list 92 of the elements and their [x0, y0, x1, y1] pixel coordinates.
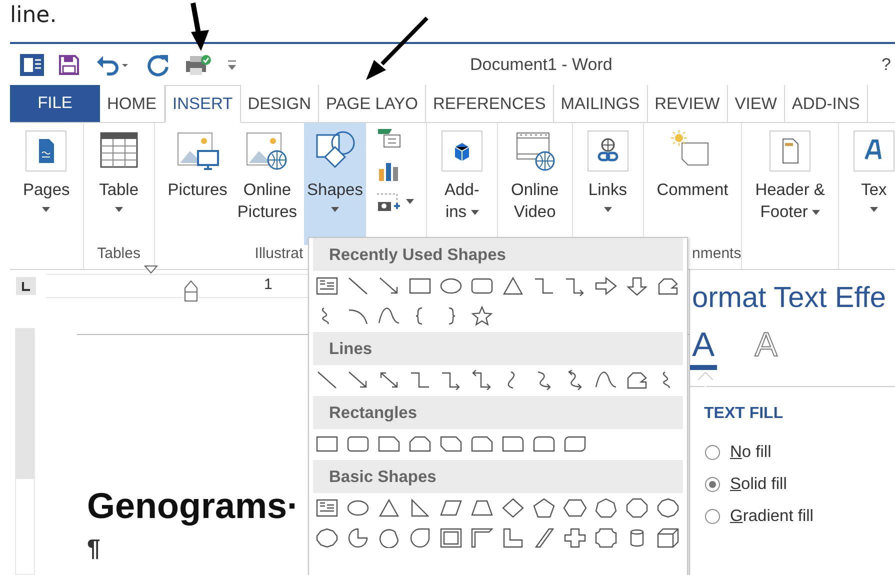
shape-icon[interactable]	[377, 434, 401, 454]
ribbon-button[interactable]: Tex	[848, 123, 895, 269]
shape-icon[interactable]	[594, 370, 618, 390]
shape-icon[interactable]	[377, 498, 401, 518]
shape-icon[interactable]	[439, 528, 463, 548]
shape-icon[interactable]	[656, 498, 680, 518]
word-logo-icon[interactable]	[20, 54, 44, 76]
ribbon-button[interactable]: Online Pictures	[234, 123, 300, 245]
shape-icon[interactable]	[470, 528, 494, 548]
shape-icon[interactable]	[377, 306, 401, 326]
pane-tab[interactable]: A	[752, 325, 780, 370]
shape-icon[interactable]	[594, 498, 618, 518]
shape-icon[interactable]	[532, 276, 556, 296]
shape-icon[interactable]	[656, 276, 680, 296]
shape-icon[interactable]	[470, 498, 494, 518]
radio-option[interactable]: Solid fill	[705, 475, 895, 494]
shape-icon[interactable]	[315, 528, 339, 548]
ribbon-button[interactable]: Header & Footer	[752, 123, 828, 269]
arrow	[364, 16, 430, 82]
printer-icon[interactable]	[184, 52, 212, 76]
shape-icon[interactable]	[439, 498, 463, 518]
caption-text: line.	[10, 2, 57, 30]
shape-icon[interactable]	[470, 434, 494, 454]
shape-icon[interactable]	[563, 498, 587, 518]
document-heading: Genograms·	[87, 485, 300, 527]
shape-icon[interactable]	[346, 276, 370, 296]
shape-icon[interactable]	[439, 276, 463, 296]
ribbon-tab[interactable]: FILE	[10, 85, 100, 122]
shape-icon[interactable]	[315, 434, 339, 454]
left-indent-marker-icon[interactable]	[184, 280, 198, 302]
customize-caret-icon[interactable]	[226, 58, 238, 70]
shape-icon[interactable]	[656, 528, 680, 548]
section-header: Rectangles	[313, 396, 683, 429]
radio-option[interactable]: No fill	[705, 443, 895, 462]
paragraph-mark: ¶	[87, 539, 102, 559]
shape-icon[interactable]	[315, 498, 339, 518]
save-icon[interactable]	[58, 54, 80, 76]
ruler-number: 1	[264, 276, 272, 293]
ribbon-button[interactable]: Pages	[20, 123, 73, 269]
shape-icon[interactable]	[315, 276, 339, 296]
ribbon-button[interactable]: Shapes	[304, 123, 366, 245]
window-title: Document1 - Word	[470, 54, 612, 74]
help-button[interactable]: ?	[882, 54, 891, 74]
section-header: Lines	[313, 332, 683, 365]
shape-icon[interactable]	[532, 528, 556, 548]
shape-icon[interactable]	[625, 498, 649, 518]
ribbon-tab[interactable]: INSERT	[164, 85, 241, 123]
shape-icon[interactable]	[625, 276, 649, 296]
group-label: nments	[692, 245, 742, 264]
shape-icon[interactable]	[346, 528, 370, 548]
shape-icon[interactable]	[501, 498, 525, 518]
shape-icon[interactable]	[408, 370, 432, 390]
shape-icon[interactable]	[439, 434, 463, 454]
radio-button[interactable]	[705, 509, 720, 524]
pane-title: ormat Text Effe	[691, 282, 887, 315]
ribbon-button[interactable]: Pictures	[164, 123, 230, 245]
shape-icon[interactable]	[408, 528, 432, 548]
shape-icon[interactable]	[346, 434, 370, 454]
shape-icon[interactable]	[532, 498, 556, 518]
section-header: Basic Shapes	[313, 460, 683, 493]
group-label: Illustrat	[254, 245, 304, 264]
group-label: Tables	[97, 245, 140, 264]
shape-icon[interactable]	[501, 434, 525, 454]
ribbon-button[interactable]: Table	[94, 123, 144, 245]
shape-icon[interactable]	[532, 434, 556, 454]
shape-icon[interactable]	[408, 434, 432, 454]
shape-icon[interactable]	[563, 528, 587, 548]
tab-selector-icon[interactable]	[16, 277, 36, 295]
smartart-icon[interactable]	[376, 127, 402, 149]
shape-icon[interactable]	[408, 276, 432, 296]
link-icon	[586, 129, 630, 173]
shape-icon[interactable]	[470, 276, 494, 296]
section-header: Recently Used Shapes	[313, 238, 683, 271]
shape-icon[interactable]	[594, 528, 618, 548]
shape-icon[interactable]	[563, 434, 587, 454]
shape-icon[interactable]	[470, 306, 494, 326]
radio-option[interactable]: Gradient fill	[705, 507, 895, 526]
section-heading: TEXT FILL	[704, 405, 784, 423]
undo-icon[interactable]	[96, 54, 130, 76]
shape-icon[interactable]	[346, 498, 370, 518]
shape-icon[interactable]	[501, 276, 525, 296]
radio-button[interactable]	[705, 477, 720, 492]
shape-icon[interactable]	[501, 528, 525, 548]
shape-icon[interactable]	[377, 528, 401, 548]
header-icon	[768, 129, 812, 173]
page-icon	[24, 129, 68, 173]
shape-icon[interactable]	[315, 370, 339, 390]
shape-icon[interactable]	[594, 276, 618, 296]
screenshot-icon[interactable]	[376, 193, 416, 213]
store-icon	[440, 129, 484, 173]
shape-icon[interactable]	[625, 370, 649, 390]
radio-button[interactable]	[705, 445, 720, 460]
